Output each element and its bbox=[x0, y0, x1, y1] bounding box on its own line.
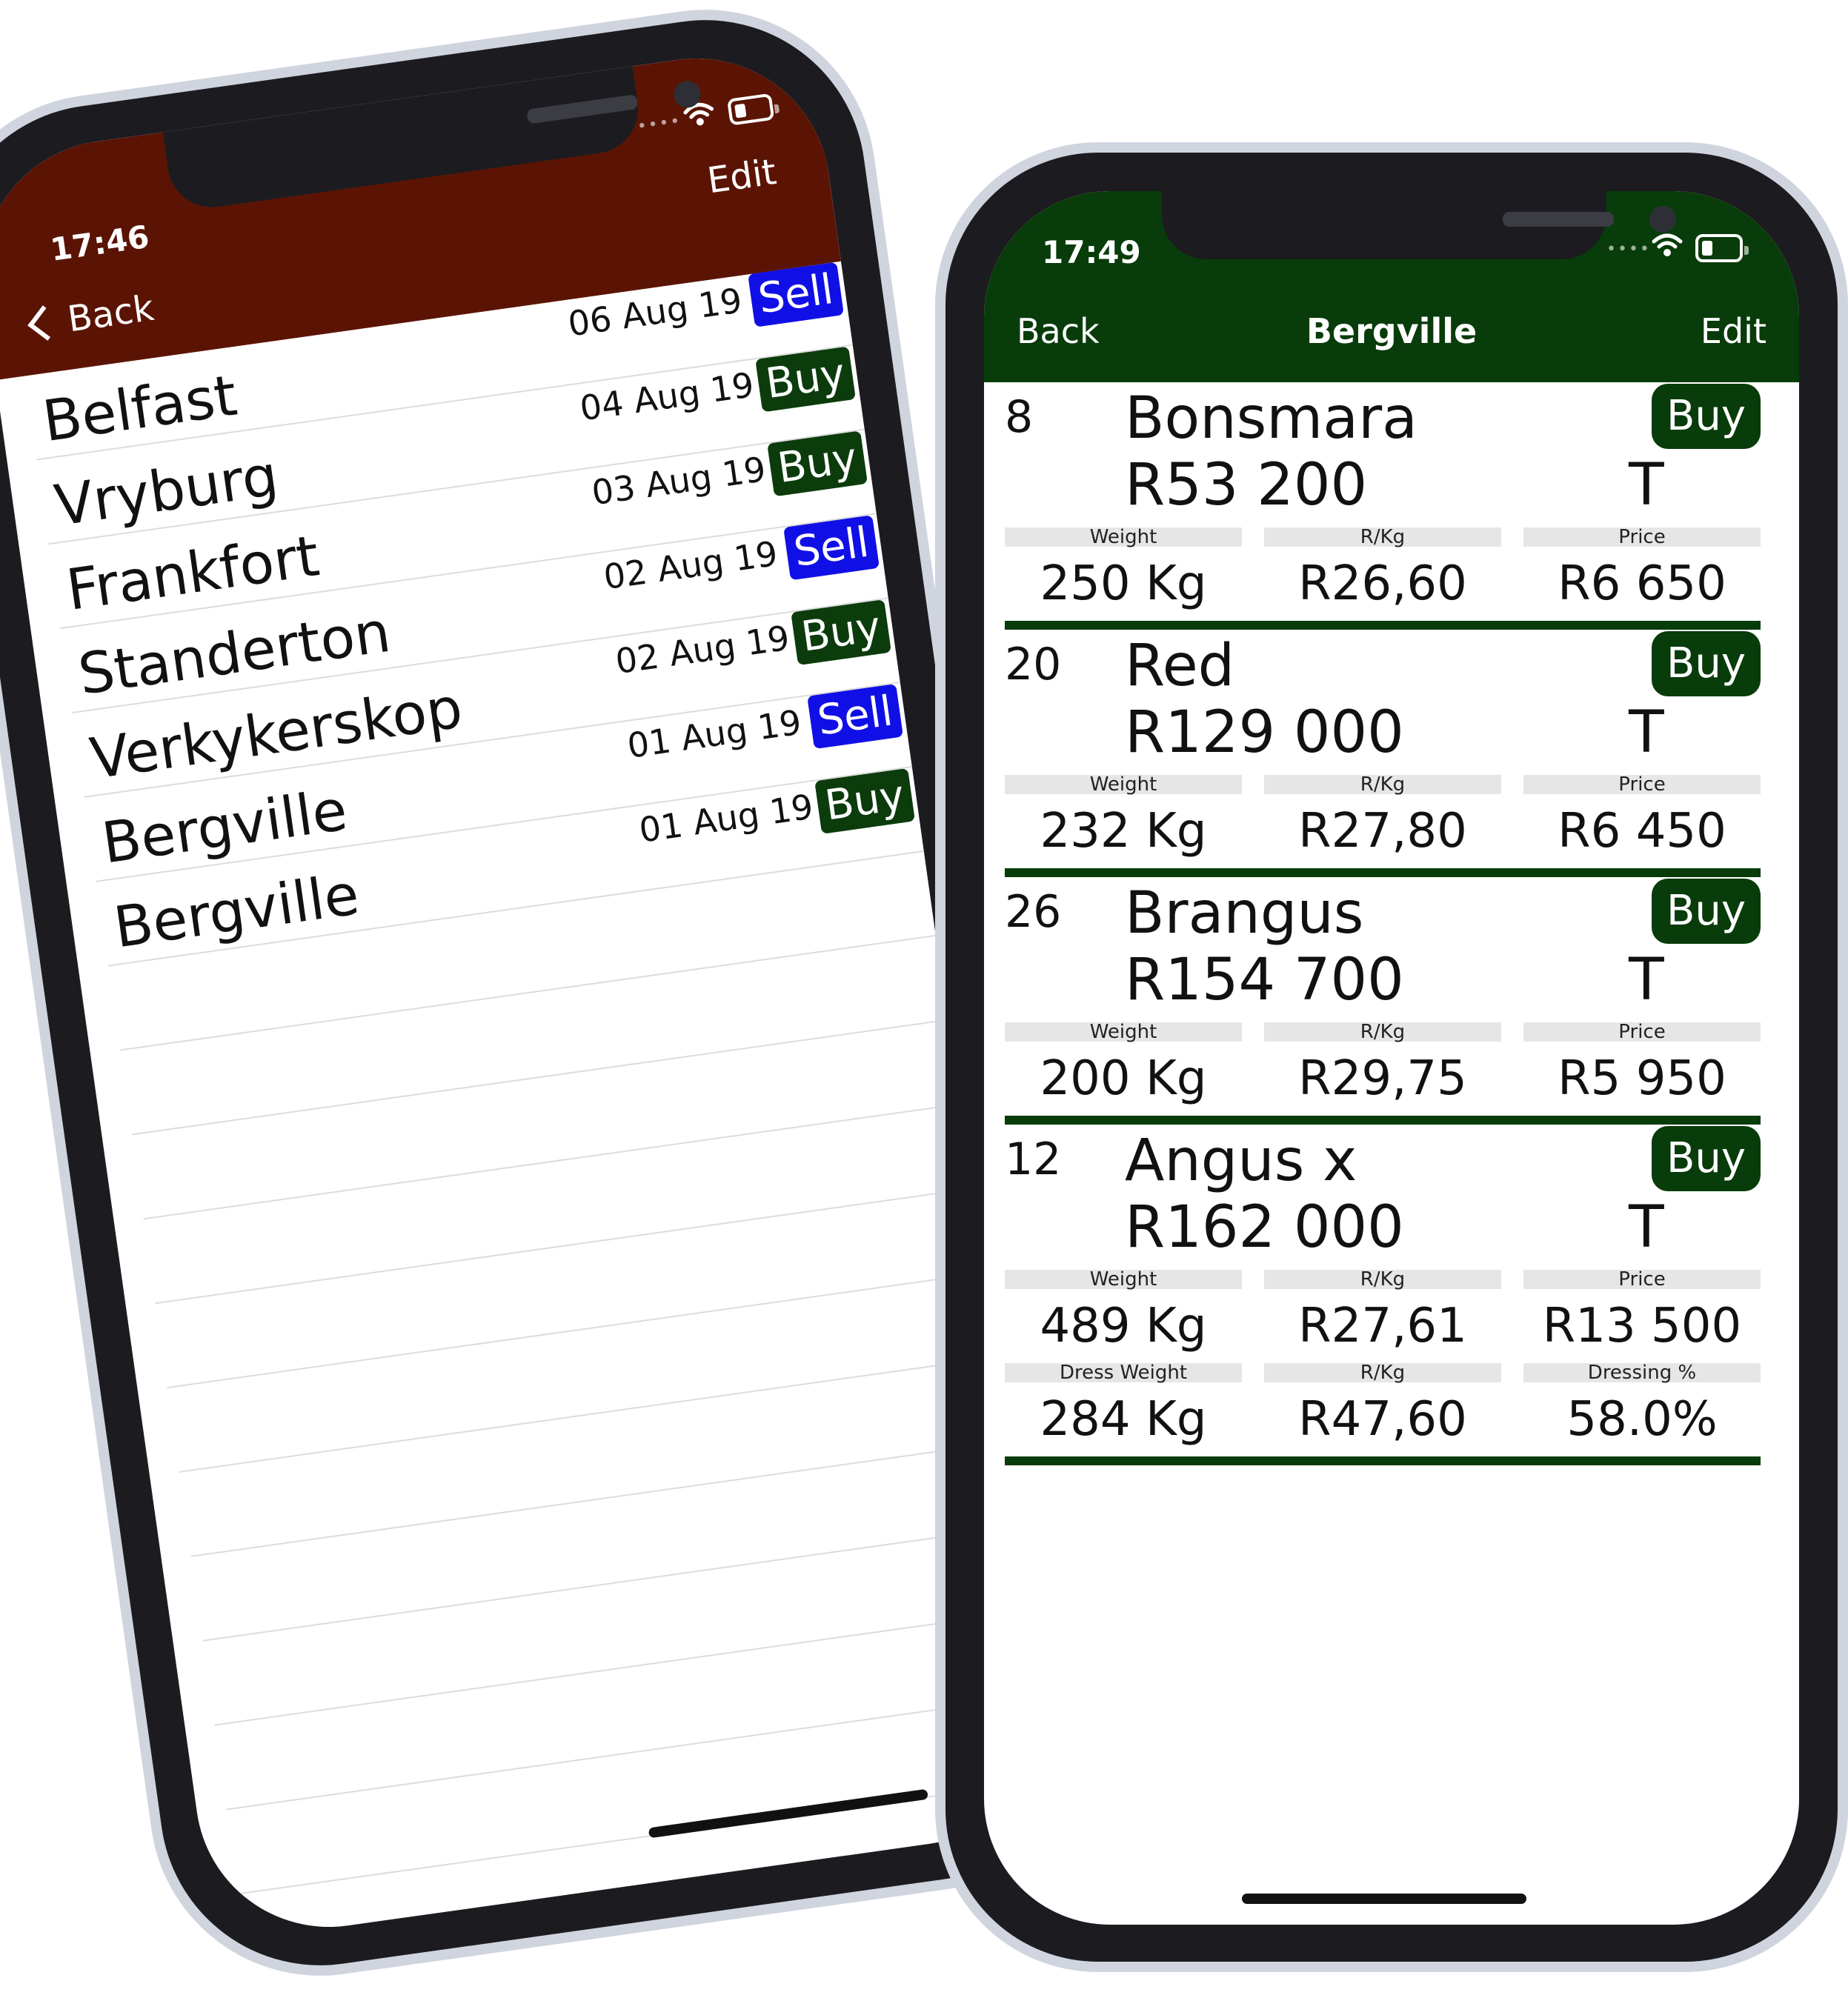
rate-label: R/Kg bbox=[1264, 1022, 1501, 1042]
edit-button[interactable]: Edit bbox=[705, 151, 779, 202]
buy-button[interactable]: Buy bbox=[1651, 631, 1761, 696]
signal-icon: •••• bbox=[636, 112, 683, 137]
buy-button[interactable]: Buy bbox=[1651, 1126, 1761, 1191]
lot-count: 26 bbox=[1005, 886, 1062, 938]
lot-unit: T bbox=[1629, 1194, 1664, 1261]
price-label: Price bbox=[1523, 527, 1761, 547]
price-value: R13 500 bbox=[1542, 1299, 1742, 1353]
dress-weight-value: 284 Kg bbox=[1040, 1392, 1207, 1447]
rate-label: R/Kg bbox=[1264, 1270, 1501, 1289]
weight-value: 489 Kg bbox=[1040, 1299, 1207, 1353]
lot-card[interactable]: 20 Red R129 000 T Buy Weight 232 Kg R/Kg R… bbox=[1005, 630, 1761, 877]
speaker-grille bbox=[1503, 212, 1614, 227]
back-label: Back bbox=[64, 287, 157, 341]
lot-breed: Bonsmara bbox=[1125, 385, 1417, 452]
buy-button[interactable]: Buy bbox=[1651, 384, 1761, 449]
lot-breed: Angus x bbox=[1125, 1128, 1357, 1194]
lot-count: 8 bbox=[1005, 391, 1034, 443]
dressing-percent-value: 58.0% bbox=[1566, 1392, 1718, 1447]
chevron-left-icon bbox=[27, 305, 63, 341]
rate-value: R29,75 bbox=[1298, 1051, 1467, 1106]
lot-breed: Red bbox=[1125, 633, 1235, 699]
weight-label: Weight bbox=[1005, 1270, 1242, 1289]
lot-unit: T bbox=[1629, 699, 1664, 766]
auction-list: Belfast 06 Aug 19 Sell Vryburg 04 Aug 19… bbox=[0, 261, 1061, 1945]
lot-total: R53 200 bbox=[1125, 452, 1368, 519]
weight-value: 200 Kg bbox=[1040, 1051, 1207, 1106]
left-screen: 17:46 •••• Back Edit Belfast 06 Aug 19 S… bbox=[0, 41, 1061, 1945]
weight-value: 250 Kg bbox=[1040, 556, 1207, 611]
price-label: Price bbox=[1523, 1270, 1761, 1289]
dressing-percent-label: Dressing % bbox=[1523, 1363, 1761, 1382]
price-value: R5 950 bbox=[1558, 1051, 1726, 1106]
price-label: Price bbox=[1523, 775, 1761, 794]
lot-unit: T bbox=[1629, 947, 1664, 1013]
dress-rate-value: R47,60 bbox=[1298, 1392, 1467, 1447]
status-time: 17:46 bbox=[48, 218, 152, 268]
weight-value: 232 Kg bbox=[1040, 804, 1207, 859]
home-indicator[interactable] bbox=[1242, 1894, 1526, 1904]
sell-tag: Sell bbox=[748, 262, 844, 327]
back-button[interactable]: Back bbox=[27, 287, 157, 345]
sell-tag: Sell bbox=[807, 683, 904, 750]
sell-tag: Sell bbox=[783, 515, 880, 581]
weight-label: Weight bbox=[1005, 775, 1242, 794]
edit-button[interactable]: Edit bbox=[1701, 311, 1766, 351]
rate-value: R27,80 bbox=[1298, 804, 1467, 859]
lot-card[interactable]: 26 Brangus R154 700 T Buy Weight 200 Kg R… bbox=[1005, 877, 1761, 1125]
right-phone: 17:49 •••• Back Bergville Edit 8 Bonsmar… bbox=[935, 142, 1848, 1972]
rate-value: R26,60 bbox=[1298, 556, 1467, 611]
wifi-icon bbox=[1652, 233, 1683, 256]
dress-weight-label: Dress Weight bbox=[1005, 1363, 1242, 1382]
speaker-grille bbox=[526, 93, 639, 124]
rate-label: R/Kg bbox=[1264, 775, 1501, 794]
weight-label: Weight bbox=[1005, 1022, 1242, 1042]
battery-icon bbox=[726, 93, 780, 126]
lot-count: 20 bbox=[1005, 639, 1062, 690]
lot-total: R129 000 bbox=[1125, 699, 1404, 766]
right-screen: 17:49 •••• Back Bergville Edit 8 Bonsmar… bbox=[984, 191, 1799, 1925]
battery-icon bbox=[1695, 234, 1749, 262]
rate-label: R/Kg bbox=[1264, 527, 1501, 547]
lot-card[interactable]: 8 Bonsmara R53 200 T Buy Weight 250 Kg R/… bbox=[1005, 382, 1761, 630]
lot-total: R154 700 bbox=[1125, 947, 1404, 1013]
lot-card[interactable]: 12 Angus x R162 000 T Buy Weight 489 Kg R… bbox=[1005, 1125, 1761, 1465]
weight-label: Weight bbox=[1005, 527, 1242, 547]
lot-breed: Brangus bbox=[1125, 880, 1364, 947]
signal-icon: •••• bbox=[1606, 240, 1651, 259]
rate-value: R27,61 bbox=[1298, 1299, 1467, 1353]
lot-list: 8 Bonsmara R53 200 T Buy Weight 250 Kg R/… bbox=[1005, 382, 1761, 1465]
price-value: R6 650 bbox=[1558, 556, 1726, 611]
dress-rate-label: R/Kg bbox=[1264, 1363, 1501, 1382]
lot-total: R162 000 bbox=[1125, 1194, 1404, 1261]
page-title: Bergville bbox=[1306, 311, 1478, 351]
price-label: Price bbox=[1523, 1022, 1761, 1042]
status-time: 17:49 bbox=[1042, 234, 1141, 270]
buy-button[interactable]: Buy bbox=[1651, 879, 1761, 944]
price-value: R6 450 bbox=[1558, 804, 1726, 859]
front-camera bbox=[1649, 206, 1676, 233]
lot-count: 12 bbox=[1005, 1133, 1062, 1185]
notch bbox=[1162, 191, 1676, 259]
lot-unit: T bbox=[1629, 452, 1664, 519]
